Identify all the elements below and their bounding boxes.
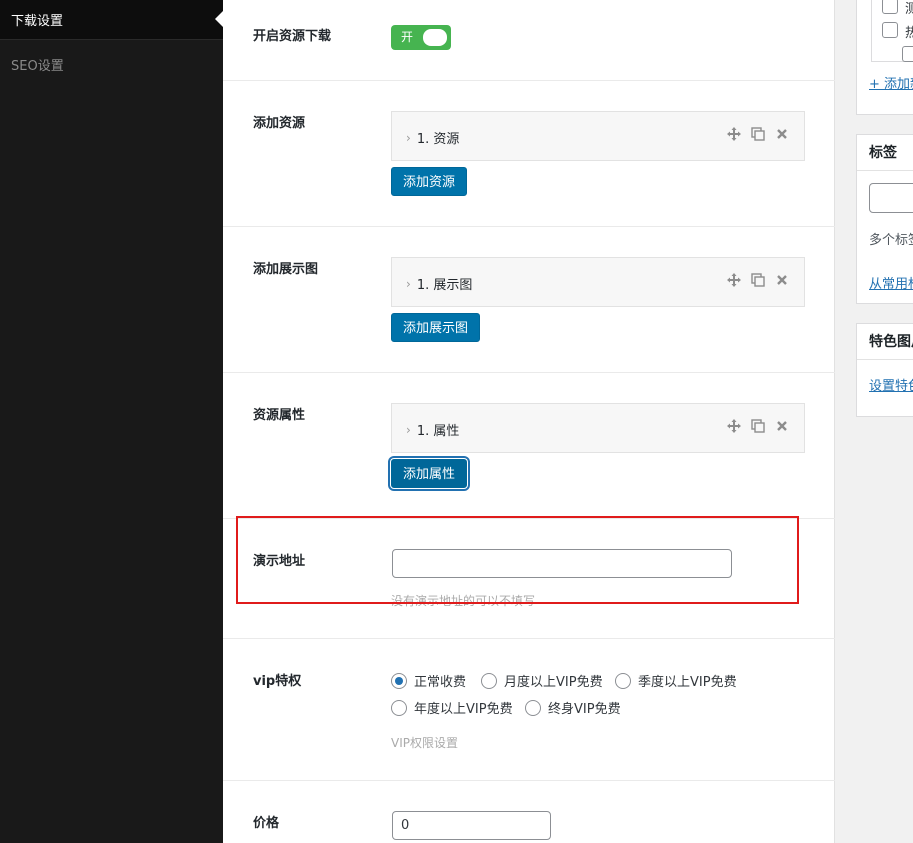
set-featured-image-link[interactable]: 设置特色图片 [869, 375, 913, 394]
row-download-toggle: 开启资源下载 开 [223, 0, 835, 81]
field-label: 价格 [253, 816, 280, 831]
radio-label: 终身VIP免费 [548, 702, 621, 717]
download-toggle[interactable]: 开 [391, 25, 451, 50]
field-label: vip特权 [253, 674, 302, 689]
tags-title: 标签 [857, 135, 913, 171]
highlight-annotation [236, 516, 799, 604]
repeater-item[interactable]: › 1. 属性 [391, 403, 805, 453]
radio-checked-icon [391, 672, 407, 689]
repeater-item-label: 1. 展示图 [416, 278, 473, 293]
add-attribute-button[interactable]: 添加属性 [391, 459, 468, 488]
repeater-item-title[interactable]: › 1. 展示图 [406, 274, 473, 294]
row-vip: vip特权 正常收费 月度以上VIP免费 季度以上VIP免费 年度以上VIP免费… [223, 639, 835, 781]
featured-image-box: 特色图片 设置特色图片 [856, 323, 913, 417]
active-pointer-icon [215, 11, 223, 27]
vip-option-quarterly[interactable]: 季度以上VIP免费 [615, 671, 737, 690]
nav-item-download-settings[interactable]: 下载设置 [0, 0, 223, 40]
repeater-item[interactable]: › 1. 资源 [391, 111, 805, 161]
remove-icon[interactable] [774, 418, 790, 434]
move-icon[interactable] [726, 418, 742, 434]
nav-item-seo-settings[interactable]: SEO设置 [0, 52, 223, 76]
category-checkbox[interactable] [882, 22, 898, 38]
radio-icon [481, 672, 497, 689]
radio-label: 正常收费 [414, 675, 467, 690]
radio-label: 季度以上VIP免费 [638, 675, 737, 690]
vip-option-lifetime[interactable]: 终身VIP免费 [525, 698, 621, 717]
radio-label: 年度以上VIP免费 [414, 702, 513, 717]
row-attributes: 资源属性 › 1. 属性 添加属性 [223, 373, 835, 519]
repeater-actions [726, 418, 790, 434]
category-label: 测 [905, 0, 913, 17]
field-label: 资源属性 [253, 408, 306, 423]
nav-item-label: 下载设置 [11, 14, 64, 29]
repeater-item-title[interactable]: › 1. 属性 [406, 420, 460, 440]
tags-hint: 多个标签请用英文逗号分开 [869, 233, 913, 248]
tag-input[interactable] [869, 183, 913, 213]
vip-hint: VIP权限设置 [391, 736, 458, 750]
move-icon[interactable] [726, 126, 742, 142]
repeater-actions [726, 126, 790, 142]
chevron-right-icon: › [406, 130, 411, 145]
toggle-state-text: 开 [401, 30, 414, 44]
chevron-right-icon: › [406, 276, 411, 291]
field-label: 添加资源 [253, 116, 306, 131]
vip-option-yearly[interactable]: 年度以上VIP免费 [391, 698, 513, 717]
row-price: 价格 0 [223, 781, 835, 843]
radio-icon [615, 672, 631, 689]
vip-option-monthly[interactable]: 月度以上VIP免费 [481, 671, 603, 690]
post-sidebar: 测 热 + 添加新分类 标签 多个标签请用英文逗号分开 从常用标签中选择 特色图… [856, 0, 913, 843]
field-label: 开启资源下载 [253, 29, 332, 44]
vip-option-normal[interactable]: 正常收费 [391, 671, 466, 690]
category-checkbox[interactable] [902, 46, 913, 62]
radio-icon [525, 699, 541, 716]
featured-image-title: 特色图片 [857, 324, 913, 360]
duplicate-icon[interactable] [750, 272, 766, 288]
row-gallery: 添加展示图 › 1. 展示图 添加展示图 [223, 227, 835, 373]
category-checkbox[interactable] [882, 0, 898, 14]
add-gallery-button[interactable]: 添加展示图 [391, 313, 481, 342]
settings-nav: 下载设置 SEO设置 [0, 0, 223, 843]
repeater-item-title[interactable]: › 1. 资源 [406, 128, 460, 148]
toggle-knob [423, 29, 447, 46]
remove-icon[interactable] [774, 272, 790, 288]
duplicate-icon[interactable] [750, 126, 766, 142]
add-resource-button[interactable]: 添加资源 [391, 167, 468, 196]
price-input[interactable]: 0 [392, 811, 551, 840]
category-label: 热 [905, 22, 913, 41]
row-resources: 添加资源 › 1. 资源 添加资源 [223, 81, 835, 227]
remove-icon[interactable] [774, 126, 790, 142]
choose-tags-link[interactable]: 从常用标签中选择 [869, 273, 913, 292]
chevron-right-icon: › [406, 422, 411, 437]
repeater-item[interactable]: › 1. 展示图 [391, 257, 805, 307]
category-list: 测 热 [871, 0, 913, 62]
duplicate-icon[interactable] [750, 418, 766, 434]
radio-label: 月度以上VIP免费 [504, 675, 603, 690]
radio-icon [391, 699, 407, 716]
repeater-actions [726, 272, 790, 288]
repeater-item-label: 1. 资源 [416, 132, 460, 147]
settings-panel: 开启资源下载 开 添加资源 › 1. 资源 添加资源 添加展示图 › 1. 展示… [223, 0, 835, 843]
repeater-item-label: 1. 属性 [416, 424, 460, 439]
add-category-link[interactable]: + 添加新分类 [869, 73, 913, 92]
nav-item-label: SEO设置 [11, 58, 64, 74]
move-icon[interactable] [726, 272, 742, 288]
tags-box: 标签 多个标签请用英文逗号分开 从常用标签中选择 [856, 134, 913, 304]
field-label: 添加展示图 [253, 262, 319, 277]
categories-box: 测 热 + 添加新分类 [856, 0, 913, 115]
